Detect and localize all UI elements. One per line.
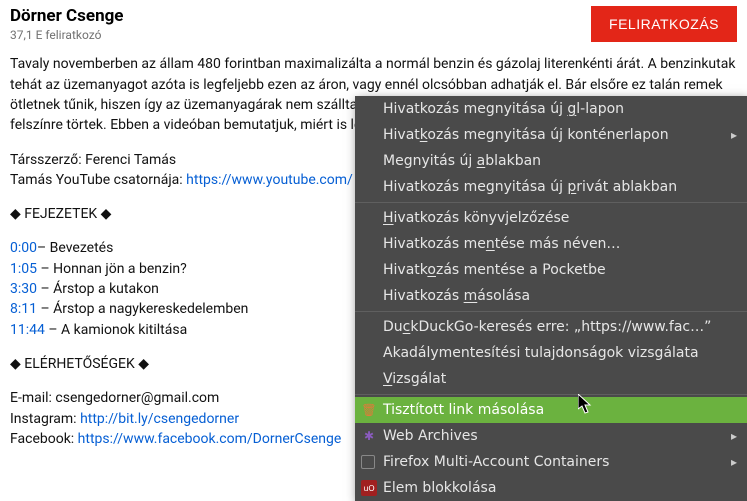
menu-item-label: Hivatkozás megnyitása új gl-lapon (383, 101, 624, 117)
menu-item-icon: uO (361, 480, 377, 496)
chapter-title: – Árstop a kutakon (37, 281, 159, 297)
submenu-arrow-icon: ▸ (731, 429, 737, 443)
timestamp-link[interactable]: 1:05 (10, 261, 37, 277)
menu-item-label: DuckDuckGo-keresés erre: „https://www.fa… (383, 319, 711, 335)
subscriber-count: 37,1 E feliratkozó (10, 28, 124, 42)
menu-item-icon (361, 455, 375, 469)
timestamp-link[interactable]: 0:00 (10, 240, 37, 256)
menu-item[interactable]: ✱ Web Archives ▸ (355, 423, 747, 449)
email-value: csengedorner@gmail.com (55, 390, 219, 406)
chapter-title: – Bevezetés (37, 240, 113, 256)
menu-item-label: Elem blokkolása (383, 480, 496, 496)
menu-item[interactable]: Hivatkozás megnyitása új privát ablakban (355, 174, 747, 200)
timestamp-link[interactable]: 8:11 (10, 301, 37, 317)
menu-item[interactable]: Firefox Multi-Account Containers ▸ (355, 449, 747, 475)
menu-item-label: Hivatkozás megnyitása új konténerlapon (383, 127, 669, 143)
subscribe-button[interactable]: FELIRATKOZÁS (591, 6, 737, 42)
chapter-title: – Honnan jön a benzin? (37, 261, 187, 277)
menu-item-label: Firefox Multi-Account Containers (383, 454, 609, 470)
tamas-channel-link[interactable]: https://www.youtube.com/ (186, 172, 353, 188)
menu-item-label: Hivatkozás megnyitása új privát ablakban (383, 179, 677, 195)
menu-item-label: Vizsgálat (383, 371, 446, 387)
menu-item[interactable]: uO Elem blokkolása (355, 475, 747, 501)
facebook-link[interactable]: https://www.facebook.com/DornerCsenge (78, 431, 342, 447)
menu-item-icon: 🗑 (361, 402, 377, 418)
email-label: E-mail: (10, 390, 55, 406)
menu-item[interactable]: Hivatkozás mentése más néven… (355, 231, 747, 257)
menu-item[interactable]: Hivatkozás mentése a Pocketbe (355, 257, 747, 283)
menu-item[interactable]: Megnyitás új ablakban (355, 148, 747, 174)
instagram-link[interactable]: http://bit.ly/csengedorner (80, 411, 239, 427)
facebook-label: Facebook: (10, 431, 78, 447)
menu-item[interactable]: Hivatkozás megnyitása új konténerlapon ▸ (355, 122, 747, 148)
menu-item-label: Hivatkozás másolása (383, 288, 530, 304)
menu-item-label: Hivatkozás mentése más néven… (383, 236, 620, 252)
menu-item-label: Hivatkozás könyvjelzőzése (383, 210, 569, 226)
menu-item[interactable]: Hivatkozás másolása (355, 283, 747, 309)
menu-item-label: Tisztított link másolása (383, 402, 544, 418)
chapter-title: – A kamionok kitiltása (45, 322, 187, 338)
menu-item-icon: ✱ (361, 428, 377, 444)
chapter-title: – Árstop a nagykereskedelemben (37, 301, 248, 317)
menu-separator (355, 202, 747, 203)
menu-item[interactable]: 🗑 Tisztított link másolása (355, 397, 747, 423)
timestamp-link[interactable]: 3:30 (10, 281, 37, 297)
menu-separator (355, 311, 747, 312)
channel-name: Dörner Csenge (10, 6, 124, 26)
menu-item[interactable]: DuckDuckGo-keresés erre: „https://www.fa… (355, 314, 747, 340)
menu-item[interactable]: Hivatkozás megnyitása új gl-lapon (355, 96, 747, 122)
menu-item[interactable]: Vizsgálat (355, 366, 747, 392)
menu-item[interactable]: Hivatkozás könyvjelzőzése (355, 205, 747, 231)
timestamp-link[interactable]: 11:44 (10, 322, 45, 338)
menu-separator (355, 394, 747, 395)
context-menu[interactable]: Hivatkozás megnyitása új gl-lapon Hivatko… (355, 96, 747, 501)
instagram-label: Instagram: (10, 411, 80, 427)
menu-item-label: Hivatkozás mentése a Pocketbe (383, 262, 606, 278)
menu-item-label: Megnyitás új ablakban (383, 153, 541, 169)
menu-item[interactable]: Akadálymentesítési tulajdonságok vizsgál… (355, 340, 747, 366)
submenu-arrow-icon: ▸ (731, 455, 737, 469)
menu-item-label: Akadálymentesítési tulajdonságok vizsgál… (383, 345, 699, 361)
menu-item-label: Web Archives (383, 428, 478, 444)
submenu-arrow-icon: ▸ (731, 128, 737, 142)
